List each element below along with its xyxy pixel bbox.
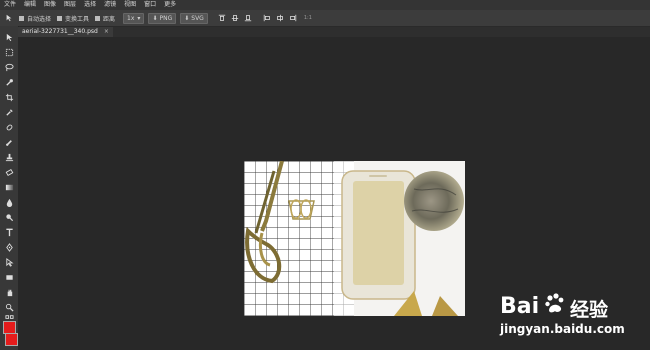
export-png-button[interactable]: ⬇ PNG [148, 12, 177, 24]
close-icon[interactable]: × [104, 27, 109, 37]
photo-artwork [244, 161, 465, 316]
background-color-swatch[interactable] [5, 333, 18, 346]
paw-icon [544, 292, 566, 314]
auto-select-checkbox[interactable] [19, 15, 24, 21]
document-tab-bar: aerial-3227731__340.psd × [18, 27, 650, 37]
quick-select-tool-icon[interactable] [3, 77, 15, 88]
zoom-value: 1x [127, 14, 135, 22]
swap-colors-icon[interactable] [3, 314, 15, 321]
menu-select[interactable]: 选择 [80, 0, 100, 10]
watermark-jingyan: 经验 [570, 299, 609, 321]
watermark-brand: Bai [500, 294, 540, 319]
move-tool-icon[interactable] [4, 14, 13, 23]
align-center-icon[interactable] [276, 14, 285, 23]
zoom-select[interactable]: 1x ▾ [123, 12, 145, 24]
lasso-tool-icon[interactable] [3, 62, 15, 73]
move-tool-icon[interactable] [3, 32, 15, 43]
hand-tool-icon[interactable] [3, 287, 15, 298]
watermark-url: jingyan.baidu.com [500, 322, 625, 336]
eraser-tool-icon[interactable] [3, 167, 15, 178]
document-tab-label: aerial-3227731__340.psd [22, 28, 98, 35]
type-tool-icon[interactable] [3, 227, 15, 238]
healing-brush-tool-icon[interactable] [3, 122, 15, 133]
document-tab[interactable]: aerial-3227731__340.psd × [18, 27, 113, 37]
rectangle-tool-icon[interactable] [3, 272, 15, 283]
menu-filter[interactable]: 滤镜 [100, 0, 120, 10]
download-icon: ⬇ [152, 14, 158, 22]
pen-tool-icon[interactable] [3, 242, 15, 253]
auto-select-option[interactable]: 自动选择 [19, 14, 51, 23]
align-left-icon[interactable] [263, 14, 272, 23]
marquee-tool-icon[interactable] [3, 47, 15, 58]
dodge-tool-icon[interactable] [3, 212, 15, 223]
align-bottom-icon[interactable] [244, 14, 253, 23]
export-svg-button[interactable]: ⬇ SVG [180, 12, 208, 24]
menu-window[interactable]: 窗口 [140, 0, 160, 10]
distances-checkbox[interactable] [95, 15, 101, 21]
distances-label: 距离 [103, 15, 116, 23]
baidu-jingyan-watermark: Bai 经验 jingyan.baidu.com [500, 290, 640, 340]
path-selection-tool-icon[interactable] [3, 257, 15, 268]
auto-select-label: 自动选择 [27, 15, 52, 23]
download-icon: ⬇ [184, 14, 190, 22]
zoom-tool-icon[interactable] [3, 302, 15, 313]
menu-file[interactable]: 文件 [0, 0, 20, 10]
menu-view[interactable]: 视图 [120, 0, 140, 10]
distances-option[interactable]: 距离 [95, 14, 115, 23]
menu-edit[interactable]: 编辑 [20, 0, 40, 10]
gradient-tool-icon[interactable] [3, 182, 15, 193]
menu-image[interactable]: 图像 [40, 0, 60, 10]
menu-layer[interactable]: 图层 [60, 0, 80, 10]
align-right-icon[interactable] [289, 14, 298, 23]
tools-panel [0, 26, 19, 350]
transform-tools-label: 变换工具 [65, 15, 90, 23]
png-label: PNG [159, 14, 173, 22]
menu-bar: 文件 编辑 图像 图层 选择 滤镜 视图 窗口 更多 [0, 0, 650, 10]
transform-tools-option[interactable]: 变换工具 [57, 14, 89, 23]
options-toolbar: 自动选择 变换工具 距离 1x ▾ ⬇ PNG ⬇ SVG 1:1 [0, 10, 650, 27]
svg-label: SVG [191, 14, 204, 22]
eyedropper-tool-icon[interactable] [3, 107, 15, 118]
document-canvas-image[interactable] [244, 161, 465, 316]
clone-stamp-tool-icon[interactable] [3, 152, 15, 163]
align-middle-icon[interactable] [231, 14, 240, 23]
blur-tool-icon[interactable] [3, 197, 15, 208]
menu-more[interactable]: 更多 [160, 0, 180, 10]
transform-tools-checkbox[interactable] [57, 15, 63, 21]
brush-tool-icon[interactable] [3, 137, 15, 148]
chevron-down-icon: ▾ [137, 14, 141, 22]
align-top-icon[interactable] [218, 14, 227, 23]
ops-label: 1:1 [303, 15, 312, 21]
crop-tool-icon[interactable] [3, 92, 15, 103]
